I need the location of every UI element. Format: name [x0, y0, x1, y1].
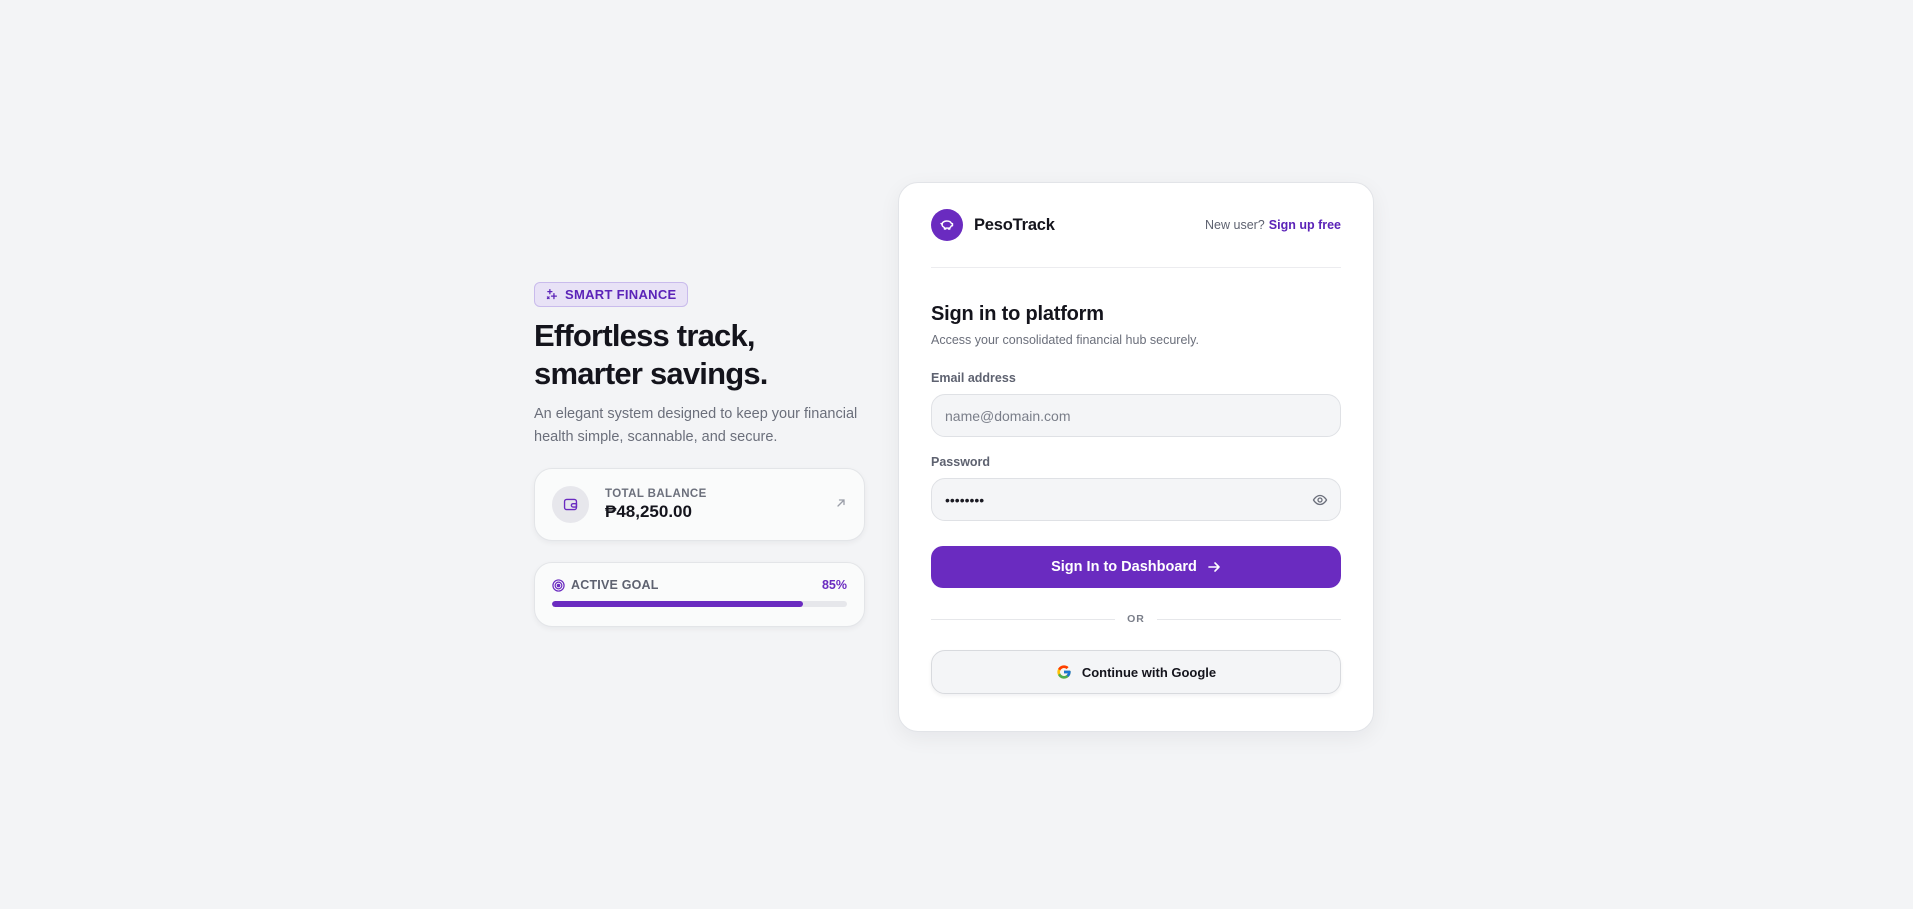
page-layout: SMART FINANCE Effortless track, smarter …	[534, 182, 1374, 732]
total-balance-card: TOTAL BALANCE ₱48,250.00	[534, 468, 865, 541]
signin-card: PesoTrack New user? Sign up free Sign in…	[898, 182, 1374, 732]
signin-title: Sign in to platform	[931, 303, 1104, 325]
target-icon	[552, 578, 565, 592]
password-input[interactable]	[943, 490, 1312, 509]
or-divider: OR	[931, 613, 1341, 625]
email-field-box	[931, 394, 1341, 437]
arrow-right-icon	[1208, 562, 1220, 572]
sign-in-button-label: Sign In to Dashboard	[1051, 559, 1197, 575]
piggy-bank-logo	[931, 209, 963, 241]
balance-value: ₱48,250.00	[605, 501, 692, 521]
hero-section: SMART FINANCE Effortless track, smarter …	[534, 282, 865, 627]
signin-header: PesoTrack New user? Sign up free	[931, 183, 1341, 268]
balance-label: TOTAL BALANCE	[605, 487, 707, 500]
badge-label: SMART FINANCE	[565, 287, 677, 302]
piggy-bank-icon	[940, 220, 954, 230]
headline-line-2: smarter savings.	[534, 356, 768, 391]
google-signin-button[interactable]: Continue with Google	[931, 650, 1341, 694]
divider-line-right	[1156, 618, 1341, 620]
google-icon	[1057, 665, 1071, 679]
email-label: Email address	[931, 371, 1016, 385]
hero-headline: Effortless track, smarter savings.	[534, 317, 865, 393]
hero-subtext: An elegant system designed to keep your …	[534, 406, 858, 445]
goal-label: ACTIVE GOAL	[571, 578, 659, 592]
smart-finance-badge: SMART FINANCE	[534, 282, 688, 307]
wallet-icon	[563, 498, 578, 511]
email-input[interactable]	[943, 406, 1328, 425]
balance-text: TOTAL BALANCE ₱48,250.00	[605, 488, 835, 522]
wallet-icon-wrap	[552, 486, 589, 523]
divider-line-left	[931, 618, 1116, 620]
signin-description: Access your consolidated financial hub s…	[931, 333, 1199, 347]
goal-percent: 85%	[821, 578, 847, 592]
google-button-label: Continue with Google	[1081, 664, 1217, 680]
eye-icon[interactable]	[1312, 492, 1328, 508]
sign-in-button[interactable]: Sign In to Dashboard	[931, 546, 1341, 588]
goal-progress-bar	[552, 601, 847, 607]
sign-up-link[interactable]: Sign up free	[1269, 218, 1341, 232]
password-field-box	[931, 478, 1341, 521]
headline-line-1: Effortless track,	[534, 318, 756, 353]
goal-progress-fill	[552, 601, 803, 607]
password-label: Password	[931, 455, 991, 469]
brand-name: PesoTrack	[974, 215, 1055, 234]
divider-text: OR	[1127, 613, 1145, 625]
active-goal-card: ACTIVE GOAL 85%	[534, 562, 865, 627]
sparkle-icon	[546, 288, 558, 300]
goal-header: ACTIVE GOAL 85%	[552, 578, 847, 592]
new-user-text: New user?	[1205, 218, 1265, 232]
arrow-up-right-icon[interactable]	[835, 496, 847, 514]
